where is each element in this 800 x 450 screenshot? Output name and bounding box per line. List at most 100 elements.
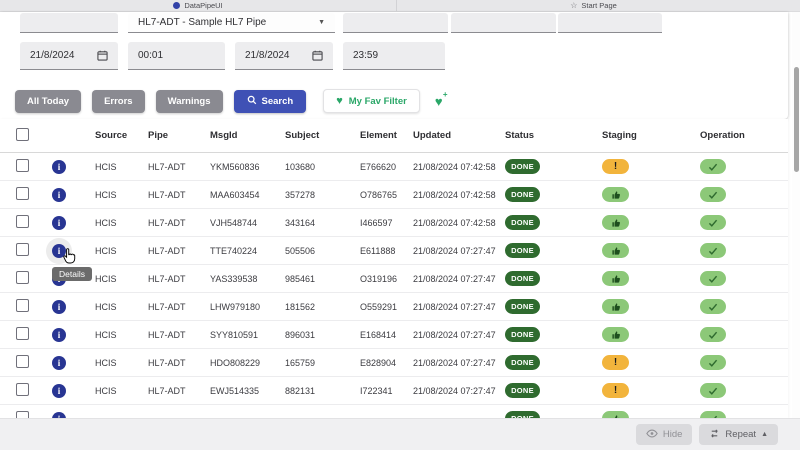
cell-staging <box>602 215 700 230</box>
cell-status: DONE <box>505 383 602 398</box>
staging-warning-icon[interactable]: ! <box>602 355 629 370</box>
filter-field-2[interactable] <box>343 13 448 33</box>
table-row: iHCISHL7-ADTVJH548744343164I46659721/08/… <box>0 209 788 237</box>
row-checkbox[interactable] <box>16 411 29 418</box>
quick-filter-warnings[interactable]: Warnings <box>156 90 223 113</box>
operation-check-icon[interactable] <box>700 215 726 230</box>
row-checkbox[interactable] <box>16 187 29 200</box>
pipe-select[interactable]: HL7-ADT - Sample HL7 Pipe ▼ <box>128 13 335 33</box>
table-row: iHCISHL7-ADTYAS339538985461O31919621/08/… <box>0 265 788 293</box>
staging-thumbs-up-icon[interactable] <box>602 299 629 314</box>
operation-check-icon[interactable] <box>700 159 726 174</box>
status-badge-done: DONE <box>505 243 540 258</box>
row-checkbox[interactable] <box>16 355 29 368</box>
row-checkbox-cell <box>16 243 52 258</box>
cell-status: DONE <box>505 299 602 314</box>
footer-action-bar: Hide Repeat ▲ <box>0 418 800 450</box>
cell-source: HCIS <box>88 302 148 312</box>
vertical-scrollbar[interactable] <box>792 12 800 418</box>
operation-check-icon[interactable] <box>700 187 726 202</box>
filter-field-3[interactable] <box>451 13 556 33</box>
row-checkbox[interactable] <box>16 271 29 284</box>
row-checkbox[interactable] <box>16 383 29 396</box>
staging-thumbs-up-icon[interactable] <box>602 327 629 342</box>
scrollbar-thumb[interactable] <box>794 67 799 172</box>
info-icon[interactable]: i <box>52 300 66 314</box>
add-favorite-button[interactable]: ♥+ <box>435 95 443 108</box>
operation-check-icon[interactable] <box>700 299 726 314</box>
staging-warning-icon[interactable]: ! <box>602 159 629 174</box>
staging-warning-icon[interactable]: ! <box>602 383 629 398</box>
cell-msgid: VJH548744 <box>210 218 285 228</box>
cell-status: DONE <box>505 355 602 370</box>
row-checkbox-cell <box>16 271 52 286</box>
row-checkbox-cell <box>16 215 52 230</box>
row-checkbox-cell <box>16 411 52 418</box>
from-time-input[interactable]: 00:01 <box>128 42 225 70</box>
staging-thumbs-up-icon[interactable] <box>602 187 629 202</box>
status-badge-done: DONE <box>505 159 540 174</box>
from-time-value: 00:01 <box>138 50 163 61</box>
select-all-checkbox[interactable] <box>16 128 29 141</box>
staging-thumbs-up-icon[interactable] <box>602 243 629 258</box>
row-checkbox[interactable] <box>16 243 29 256</box>
my-fav-filter-button[interactable]: ♥ My Fav Filter <box>323 89 420 113</box>
cell-msgid: YKM560836 <box>210 162 285 172</box>
operation-check-icon[interactable] <box>700 243 726 258</box>
column-header-staging: Staging <box>602 130 700 141</box>
eye-icon <box>646 429 658 441</box>
row-checkbox-cell <box>16 327 52 342</box>
cell-operation <box>700 187 788 202</box>
cell-pipe: HL7-ADT <box>148 162 210 172</box>
filter-field-1[interactable] <box>20 13 118 33</box>
cell-subject: 896031 <box>285 330 360 340</box>
status-badge-done: DONE <box>505 187 540 202</box>
operation-check-icon[interactable] <box>700 271 726 286</box>
info-icon[interactable]: i <box>52 160 66 174</box>
cell-staging: ! <box>602 159 700 174</box>
table-row: iHCISHL7-ADTHDO808229165759E82890421/08/… <box>0 349 788 377</box>
row-checkbox[interactable] <box>16 327 29 340</box>
staging-thumbs-up-icon[interactable] <box>602 271 629 286</box>
to-time-input[interactable]: 23:59 <box>343 42 445 70</box>
cell-operation <box>700 215 788 230</box>
info-icon[interactable]: i <box>52 328 66 342</box>
cell-updated: 21/08/2024 07:27:47 <box>413 386 505 396</box>
row-checkbox[interactable] <box>16 299 29 312</box>
table-row: iHCISHL7-ADTTTE740224505506E61188821/08/… <box>0 237 788 265</box>
cell-staging <box>602 299 700 314</box>
info-icon[interactable]: i <box>52 384 66 398</box>
from-date-input[interactable]: 21/8/2024 <box>20 42 118 70</box>
hide-button[interactable]: Hide <box>636 424 693 445</box>
tab-app-label: DataPipeUI <box>184 1 222 10</box>
cell-staging: ! <box>602 383 700 398</box>
operation-check-icon[interactable] <box>700 383 726 398</box>
quick-filter-errors[interactable]: Errors <box>92 90 145 113</box>
calendar-icon[interactable] <box>97 50 108 61</box>
info-icon[interactable]: i <box>52 356 66 370</box>
table-row: iHCISHL7-ADTEWJ514335882131I72234121/08/… <box>0 377 788 405</box>
info-icon[interactable]: i <box>52 188 66 202</box>
cell-updated: 21/08/2024 07:27:47 <box>413 330 505 340</box>
operation-check-icon[interactable] <box>700 355 726 370</box>
calendar-icon[interactable] <box>312 50 323 61</box>
staging-thumbs-up-icon[interactable] <box>602 215 629 230</box>
row-checkbox[interactable] <box>16 215 29 228</box>
staging-thumbs-up-icon[interactable] <box>602 411 629 418</box>
tab-datapipeui[interactable]: DataPipeUI <box>0 0 397 11</box>
to-date-input[interactable]: 21/8/2024 <box>235 42 333 70</box>
search-button[interactable]: Search <box>234 90 307 113</box>
info-icon[interactable]: i <box>52 216 66 230</box>
quick-filter-all-today[interactable]: All Today <box>15 90 81 113</box>
cell-msgid: MAA603454 <box>210 190 285 200</box>
operation-check-icon[interactable] <box>700 327 726 342</box>
tooltip-text: Details <box>59 269 85 279</box>
tab-start-page[interactable]: ☆ Start Page <box>397 0 790 11</box>
cell-element: E766620 <box>360 162 413 172</box>
caret-up-icon: ▲ <box>761 431 768 438</box>
operation-check-icon[interactable] <box>700 411 726 418</box>
cell-subject: 985461 <box>285 274 360 284</box>
filter-field-4[interactable] <box>558 13 662 33</box>
row-checkbox[interactable] <box>16 159 29 172</box>
repeat-button[interactable]: Repeat ▲ <box>699 424 778 445</box>
